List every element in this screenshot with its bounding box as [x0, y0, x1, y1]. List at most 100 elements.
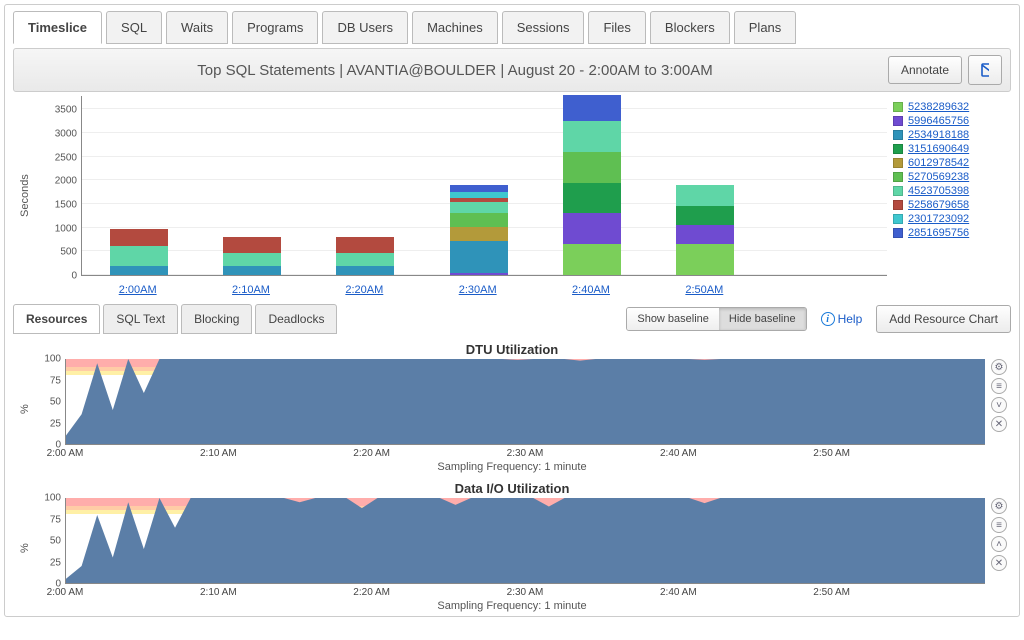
chevron-up-icon[interactable]: ˄: [991, 536, 1007, 552]
settings-sliders-icon[interactable]: ≡: [991, 517, 1007, 533]
legend-item[interactable]: 6012978542: [893, 156, 1001, 170]
show-baseline-button[interactable]: Show baseline: [627, 308, 719, 330]
legend-swatch: [893, 102, 903, 112]
bar-column[interactable]: [450, 185, 508, 275]
x-tick: 2:50 AM: [813, 448, 850, 459]
close-icon[interactable]: ✕: [991, 416, 1007, 432]
bar-column[interactable]: [110, 229, 168, 275]
legend-item[interactable]: 5996465756: [893, 114, 1001, 128]
legend-item[interactable]: 2301723092: [893, 212, 1001, 226]
y-tick: 2500: [55, 152, 77, 163]
tab-programs[interactable]: Programs: [232, 11, 318, 44]
legend-swatch: [893, 130, 903, 140]
x-tick: 2:10 AM: [200, 448, 237, 459]
mail-icon: [981, 63, 989, 77]
area-series: [66, 498, 985, 583]
legend-item[interactable]: 2534918188: [893, 128, 1001, 142]
bar-column[interactable]: [336, 237, 394, 275]
baseline-toggle: Show baseline Hide baseline: [626, 307, 806, 331]
legend-label: 5238289632: [908, 101, 969, 113]
y-axis-label: %: [17, 359, 33, 459]
add-resource-chart-button[interactable]: Add Resource Chart: [876, 305, 1011, 333]
tab-files[interactable]: Files: [588, 11, 645, 44]
x-tick: 2:50 AM: [813, 587, 850, 598]
tab-plans[interactable]: Plans: [734, 11, 797, 44]
legend-label: 2851695756: [908, 227, 969, 239]
y-tick: 500: [60, 247, 77, 258]
tab-blockers[interactable]: Blockers: [650, 11, 730, 44]
chevron-down-icon[interactable]: ˅: [991, 397, 1007, 413]
y-tick: 75: [50, 375, 61, 386]
subtab-sql-text[interactable]: SQL Text: [103, 304, 178, 334]
legend-item[interactable]: 5238289632: [893, 100, 1001, 114]
legend-label: 3151690649: [908, 143, 969, 155]
y-tick: 100: [44, 493, 61, 504]
annotate-button[interactable]: Annotate: [888, 56, 962, 84]
legend-item[interactable]: 4523705398: [893, 184, 1001, 198]
legend-swatch: [893, 200, 903, 210]
x-tick: 2:00 AM: [47, 587, 84, 598]
legend-item[interactable]: 3151690649: [893, 142, 1001, 156]
x-tick: 2:20 AM: [353, 448, 390, 459]
tab-timeslice[interactable]: Timeslice: [13, 11, 102, 44]
resource-chart: Data I/O Utilization%02550751002:00 AM2:…: [17, 481, 1007, 612]
x-tick-link[interactable]: 2:30AM: [459, 284, 497, 296]
legend-swatch: [893, 214, 903, 224]
info-icon: i: [821, 312, 835, 326]
subtab-blocking[interactable]: Blocking: [181, 304, 252, 334]
resource-chart-title: Data I/O Utilization: [17, 481, 1007, 496]
bar-column[interactable]: [676, 185, 734, 275]
settings-sliders-icon[interactable]: ≡: [991, 378, 1007, 394]
legend-label: 5270569238: [908, 171, 969, 183]
bar-column[interactable]: [563, 95, 621, 275]
tab-machines[interactable]: Machines: [412, 11, 498, 44]
close-icon[interactable]: ✕: [991, 555, 1007, 571]
help-link[interactable]: i Help: [821, 312, 863, 326]
subtab-resources[interactable]: Resources: [13, 304, 100, 334]
legend-label: 5258679658: [908, 199, 969, 211]
resource-chart-title: DTU Utilization: [17, 342, 1007, 357]
tab-sql[interactable]: SQL: [106, 11, 162, 44]
resource-chart: DTU Utilization%02550751002:00 AM2:10 AM…: [17, 342, 1007, 473]
y-tick: 25: [50, 418, 61, 429]
gear-icon[interactable]: ⚙: [991, 498, 1007, 514]
top-sql-chart: Seconds 0500100015002000250030003500 2:0…: [17, 96, 1007, 296]
legend-swatch: [893, 186, 903, 196]
y-tick: 2000: [55, 176, 77, 187]
panel-header: Top SQL Statements | AVANTIA@BOULDER | A…: [13, 48, 1011, 92]
legend-item[interactable]: 5258679658: [893, 198, 1001, 212]
y-tick: 0: [71, 271, 77, 282]
y-tick: 3500: [55, 105, 77, 116]
x-tick-link[interactable]: 2:00AM: [119, 284, 157, 296]
legend-swatch: [893, 228, 903, 238]
help-label: Help: [838, 312, 863, 326]
y-tick: 1500: [55, 199, 77, 210]
y-axis-label: Seconds: [17, 96, 33, 296]
subtab-deadlocks[interactable]: Deadlocks: [255, 304, 337, 334]
x-tick-link[interactable]: 2:10AM: [232, 284, 270, 296]
legend-item[interactable]: 2851695756: [893, 226, 1001, 240]
sampling-label: Sampling Frequency: 1 minute: [17, 600, 1007, 612]
email-button[interactable]: [968, 55, 1002, 85]
legend-label: 4523705398: [908, 185, 969, 197]
hide-baseline-button[interactable]: Hide baseline: [719, 308, 806, 330]
x-tick: 2:40 AM: [660, 448, 697, 459]
legend-label: 6012978542: [908, 157, 969, 169]
x-tick: 2:10 AM: [200, 587, 237, 598]
legend-label: 2534918188: [908, 129, 969, 141]
y-tick: 3000: [55, 128, 77, 139]
x-tick: 2:00 AM: [47, 448, 84, 459]
legend-swatch: [893, 172, 903, 182]
sampling-label: Sampling Frequency: 1 minute: [17, 461, 1007, 473]
bar-column[interactable]: [223, 237, 281, 275]
x-tick-link[interactable]: 2:20AM: [345, 284, 383, 296]
y-tick: 25: [50, 557, 61, 568]
tab-waits[interactable]: Waits: [166, 11, 228, 44]
gear-icon[interactable]: ⚙: [991, 359, 1007, 375]
x-tick-link[interactable]: 2:50AM: [685, 284, 723, 296]
x-tick: 2:20 AM: [353, 587, 390, 598]
x-tick-link[interactable]: 2:40AM: [572, 284, 610, 296]
tab-sessions[interactable]: Sessions: [502, 11, 585, 44]
legend-item[interactable]: 5270569238: [893, 170, 1001, 184]
tab-db-users[interactable]: DB Users: [322, 11, 408, 44]
